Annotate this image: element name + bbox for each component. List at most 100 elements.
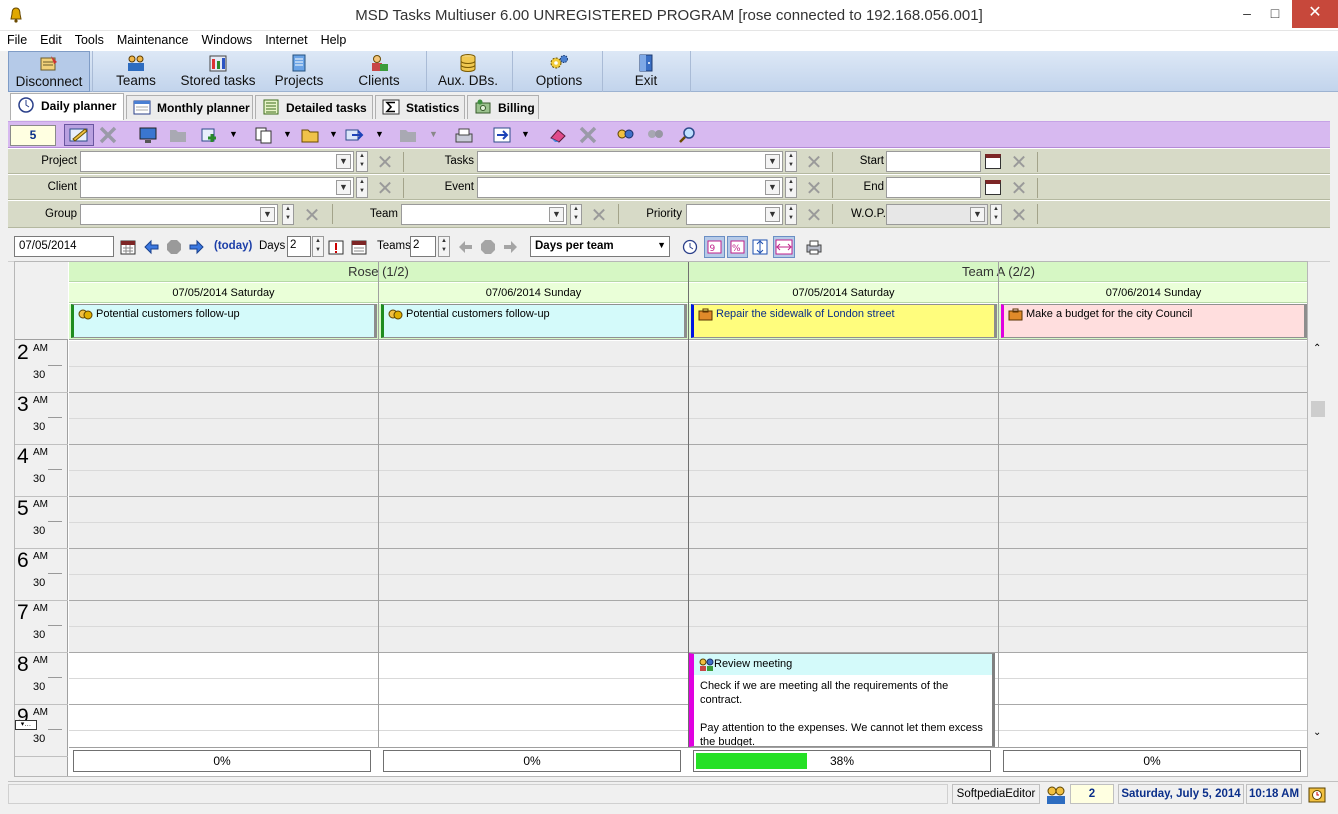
monitor-icon[interactable] [138,126,158,144]
tab-daily-planner[interactable]: Daily planner [10,93,124,120]
delete-icon[interactable] [98,126,118,144]
menu-tools[interactable]: Tools [68,31,110,51]
menu-maintenance[interactable]: Maintenance [110,31,195,51]
stored-tasks-button[interactable]: Stored tasks [176,51,260,92]
eraser-icon[interactable] [548,126,568,144]
event-review-meeting[interactable]: Review meeting Check if we are meeting a… [689,653,995,747]
menu-edit[interactable]: Edit [33,31,68,51]
date-field[interactable]: 07/05/2014 [14,236,114,257]
all-day-task[interactable]: Potential customers follow-up [381,304,687,338]
clear-priority-icon[interactable]: ✕ [804,205,824,225]
start-calendar-icon[interactable] [985,154,1001,169]
group-select[interactable]: ▼ [80,204,278,225]
more-events-icon[interactable]: ▾… [15,720,37,730]
projects-button[interactable]: Projects [264,51,334,92]
search-icon[interactable] [678,126,698,144]
view-mode-select[interactable]: Days per team ▼ [530,236,670,257]
priority-spinner[interactable]: ▲ ▼ [785,204,797,225]
add-task-icon[interactable] [200,126,220,144]
menu-help[interactable]: Help [314,31,353,51]
day-header[interactable]: 07/05/2014 Saturday [689,283,999,303]
calendar-icon[interactable] [120,239,136,255]
copy-tasks-icon[interactable] [254,126,274,144]
archive-dropdown-icon[interactable]: ▼ [429,129,438,139]
end-date-field[interactable] [886,177,981,198]
week-calendar-icon[interactable] [351,239,367,255]
project-spinner[interactable]: ▲ ▼ [356,151,368,172]
teams-spinner[interactable]: ▲ ▼ [438,236,450,257]
tasks-select[interactable]: ▼ [477,151,783,172]
clear-tasks-icon[interactable]: ✕ [804,152,824,172]
menu-internet[interactable]: Internet [258,31,313,51]
archive-disabled-icon[interactable] [398,126,418,144]
print-icon[interactable] [806,239,822,255]
wop-spinner[interactable]: ▲ ▼ [990,204,1002,225]
client-select[interactable]: ▼ [80,177,354,198]
days-value[interactable]: 2 [287,236,311,257]
teams-button[interactable]: Teams [100,51,172,92]
tab-statistics[interactable]: Statistics [375,95,465,119]
clear-event-icon[interactable]: ✕ [804,178,824,198]
aux-dbs-button[interactable]: Aux. DBs. [432,51,504,92]
maximize-button[interactable]: □ [1260,0,1290,28]
clients-button[interactable]: Clients [344,51,414,92]
add-task-dropdown-icon[interactable]: ▼ [229,129,238,139]
minimize-button[interactable]: – [1232,0,1262,28]
tab-detailed-tasks[interactable]: Detailed tasks [255,95,373,119]
previous-team-icon[interactable] [458,239,474,255]
next-arrow-icon[interactable] [188,239,204,255]
folder-disabled-icon[interactable] [168,126,188,144]
days-spinner[interactable]: ▲ ▼ [312,236,324,257]
selected-count-box[interactable]: 5 [10,125,56,146]
open-folder-icon[interactable] [300,126,320,144]
refresh-dropdown-icon[interactable]: ▼ [521,129,530,139]
clear-icon[interactable] [578,126,598,144]
clear-end-icon[interactable]: ✕ [1009,178,1029,198]
all-day-task[interactable]: Make a budget for the city Council [1001,304,1307,338]
priority-select[interactable]: ▼ [686,204,783,225]
group-spinner[interactable]: ▲ ▼ [282,204,294,225]
team-users-icon[interactable] [616,126,636,144]
exit-button[interactable]: Exit [608,51,684,92]
time-view-icon[interactable] [682,239,698,255]
team-select[interactable]: ▼ [401,204,567,225]
planner-scrollbar[interactable]: ⌃ ⌄ [1308,339,1330,744]
alarm-clock-icon[interactable] [1308,786,1326,803]
clear-project-icon[interactable]: ✕ [375,152,395,172]
scroll-up-icon[interactable]: ⌃ [1313,343,1321,354]
start-date-field[interactable] [886,151,981,172]
previous-arrow-icon[interactable] [144,239,160,255]
tab-billing[interactable]: Billing [467,95,539,119]
event-spinner[interactable]: ▲ ▼ [785,177,797,198]
menu-file[interactable]: File [0,31,33,51]
stop-icon[interactable] [166,239,182,255]
clear-start-icon[interactable]: ✕ [1009,152,1029,172]
percent-toggle-button[interactable]: % [727,236,748,258]
fax-icon[interactable] [454,126,474,144]
stop-team-icon[interactable] [480,239,496,255]
wop-select[interactable]: ▼ [886,204,988,225]
refresh-list-icon[interactable] [492,126,512,144]
all-day-task[interactable]: Potential customers follow-up [71,304,377,338]
users-disabled-icon[interactable] [646,126,666,144]
teams-value[interactable]: 2 [410,236,436,257]
copy-dropdown-icon[interactable]: ▼ [283,129,292,139]
project-select[interactable]: ▼ [80,151,354,172]
scroll-thumb[interactable] [1311,401,1325,417]
folder-dropdown-icon[interactable]: ▼ [329,129,338,139]
fit-height-icon[interactable] [752,239,768,255]
client-spinner[interactable]: ▲ ▼ [356,177,368,198]
menu-windows[interactable]: Windows [194,31,258,51]
clear-team-icon[interactable]: ✕ [589,205,609,225]
priority-calendar-icon[interactable] [328,239,344,255]
fit-width-button[interactable] [773,236,795,258]
close-button[interactable]: ✕ [1292,0,1338,28]
task-pencil-button[interactable] [64,124,94,146]
tab-monthly-planner[interactable]: Monthly planner [126,95,253,119]
options-button[interactable]: Options [518,51,600,92]
clear-client-icon[interactable]: ✕ [375,178,395,198]
team-spinner[interactable]: ▲ ▼ [570,204,582,225]
tasks-spinner[interactable]: ▲ ▼ [785,151,797,172]
end-calendar-icon[interactable] [985,180,1001,195]
clear-group-icon[interactable]: ✕ [302,205,322,225]
